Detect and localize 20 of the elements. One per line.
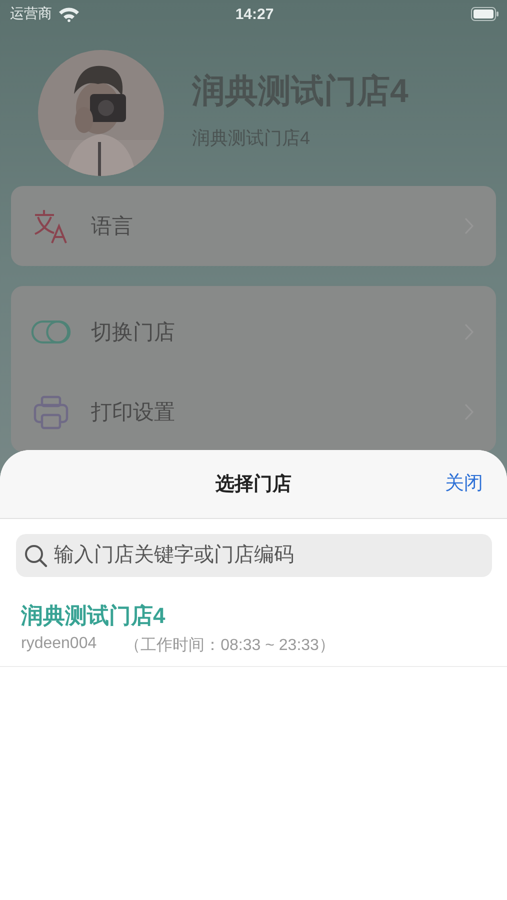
store-code: rydeen004 bbox=[21, 635, 97, 654]
menu-item[interactable]: 切换门店 bbox=[11, 292, 496, 372]
menu-label: 切换门店 bbox=[91, 320, 176, 346]
printer-icon bbox=[33, 394, 69, 430]
wifi-icon bbox=[58, 6, 80, 22]
close-button[interactable]: 关闭 bbox=[445, 470, 483, 496]
battery-icon bbox=[471, 7, 499, 21]
clock-time: 14:27 bbox=[235, 6, 274, 22]
search-icon bbox=[24, 544, 48, 568]
toggle-icon bbox=[31, 319, 71, 345]
translate-icon bbox=[32, 207, 70, 245]
menu-label: 打印设置 bbox=[91, 400, 176, 426]
menu-label: 语言 bbox=[91, 214, 134, 240]
search-field[interactable]: 输入门店关键字或门店编码 bbox=[16, 534, 492, 577]
carrier-label: 运营商 bbox=[10, 5, 52, 23]
menu-item[interactable]: 打印设置 bbox=[11, 372, 496, 452]
store-hours: （工作时间：08:33 ~ 23:33） bbox=[124, 636, 335, 656]
menu-item[interactable]: 语言 bbox=[11, 186, 496, 266]
sheet-title: 选择门店 bbox=[216, 472, 292, 497]
store-name[interactable]: 润典测试门店4 bbox=[21, 601, 487, 631]
